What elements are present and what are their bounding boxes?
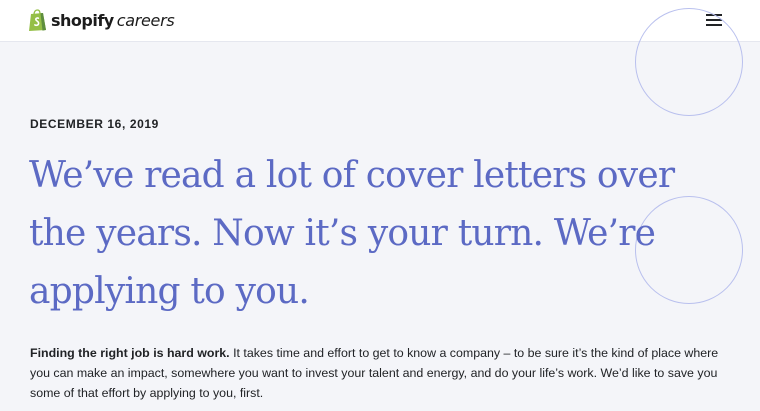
page-headline: We’ve read a lot of cover letters over t…: [29, 155, 675, 312]
decorative-circle: [635, 8, 743, 116]
intro-lead: Finding the right job is hard work.: [30, 346, 230, 360]
brand-subtitle: careers: [116, 10, 175, 30]
shopify-careers-logo[interactable]: shopify careers: [28, 7, 175, 33]
brand-wordmark: shopify: [51, 10, 114, 30]
intro-paragraph: Finding the right job is hard work. It t…: [30, 343, 730, 403]
article-date: DECEMBER 16, 2019: [30, 117, 159, 131]
shopify-bag-icon: [29, 8, 46, 31]
